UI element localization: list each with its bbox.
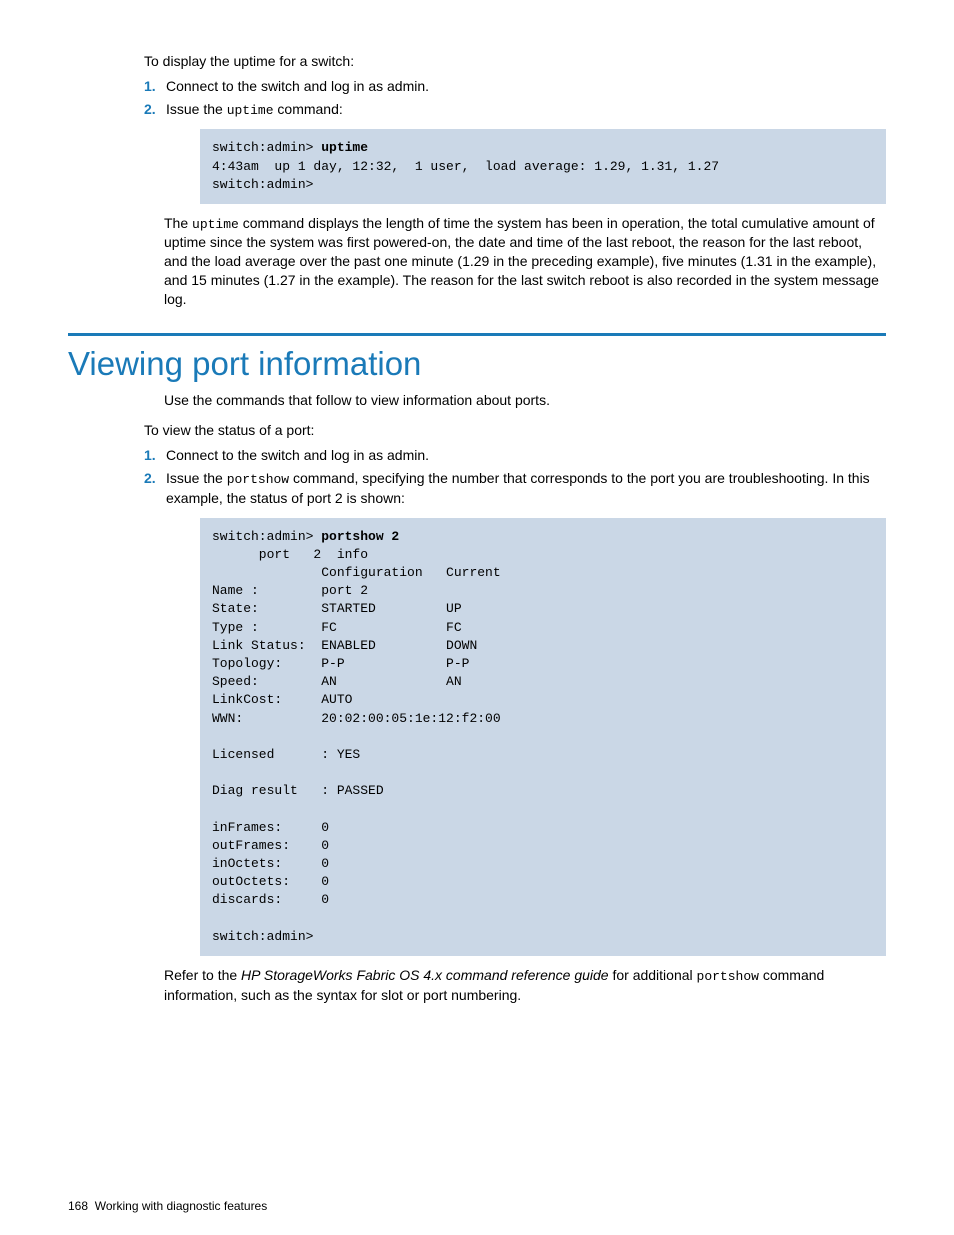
step-text: Issue the portshow command, specifying t…	[166, 469, 886, 507]
port-intro: To view the status of a port:	[144, 421, 886, 440]
code-output: port 2 info Configuration Current Name :…	[212, 547, 501, 944]
inline-code-portshow: portshow	[697, 969, 759, 984]
explain-post: command displays the length of time the …	[164, 215, 879, 307]
inline-code-uptime: uptime	[192, 217, 239, 232]
page-footer: 168 Working with diagnostic features	[68, 1198, 267, 1214]
page-number: 168	[68, 1199, 88, 1213]
portshow-code-block: switch:admin> portshow 2 port 2 info Con…	[200, 518, 886, 956]
step-1: 1. Connect to the switch and log in as a…	[144, 446, 886, 465]
port-steps: 1. Connect to the switch and log in as a…	[144, 446, 886, 507]
step-text: Connect to the switch and log in as admi…	[166, 77, 886, 96]
step-number: 1.	[144, 446, 166, 465]
uptime-code-block: switch:admin> uptime 4:43am up 1 day, 12…	[200, 129, 886, 204]
footer-title: Working with diagnostic features	[95, 1199, 268, 1213]
code-command: uptime	[321, 140, 368, 155]
inline-code-portshow: portshow	[227, 472, 289, 487]
code-prompt: switch:admin>	[212, 529, 321, 544]
step-text-post: command:	[274, 101, 343, 117]
step-number: 2.	[144, 100, 166, 120]
uptime-steps: 1. Connect to the switch and log in as a…	[144, 77, 886, 119]
port-lead: Use the commands that follow to view inf…	[164, 391, 886, 410]
footnote-italic: HP StorageWorks Fabric OS 4.x command re…	[241, 967, 609, 983]
step-text-pre: Issue the	[166, 101, 227, 117]
code-command: portshow 2	[321, 529, 399, 544]
step-1: 1. Connect to the switch and log in as a…	[144, 77, 886, 96]
portshow-footnote: Refer to the HP StorageWorks Fabric OS 4…	[164, 966, 886, 1004]
step-number: 1.	[144, 77, 166, 96]
inline-code-uptime: uptime	[227, 103, 274, 118]
step-2: 2. Issue the portshow command, specifyin…	[144, 469, 886, 507]
step-text: Issue the uptime command:	[166, 100, 886, 120]
section-divider	[68, 333, 886, 336]
step-text-pre: Issue the	[166, 470, 227, 486]
footnote-pre: Refer to the	[164, 967, 241, 983]
explain-pre: The	[164, 215, 192, 231]
step-text: Connect to the switch and log in as admi…	[166, 446, 886, 465]
uptime-intro: To display the uptime for a switch:	[144, 52, 886, 71]
uptime-explanation: The uptime command displays the length o…	[164, 214, 886, 309]
section-heading-viewing-port: Viewing port information	[68, 342, 886, 387]
step-2: 2. Issue the uptime command:	[144, 100, 886, 120]
footnote-mid: for additional	[609, 967, 697, 983]
code-output: 4:43am up 1 day, 12:32, 1 user, load ave…	[212, 159, 719, 192]
step-number: 2.	[144, 469, 166, 507]
code-prompt: switch:admin>	[212, 140, 321, 155]
